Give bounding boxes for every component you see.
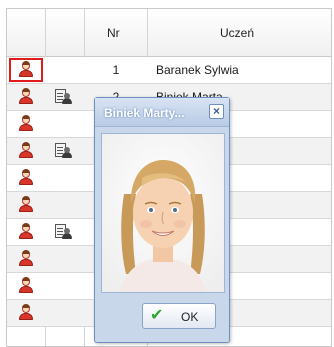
- grid-header: Nr Uczeń: [7, 9, 331, 57]
- person-icon[interactable]: [18, 196, 34, 213]
- person-icon[interactable]: [18, 304, 34, 321]
- header-nr[interactable]: Nr: [107, 26, 120, 40]
- checkmark-icon: ✔: [150, 307, 164, 324]
- header-student[interactable]: Uczeń: [220, 26, 254, 40]
- person-icon[interactable]: [18, 250, 34, 267]
- dialog-titlebar[interactable]: Biniek Marty... ×: [95, 98, 229, 127]
- person-icon[interactable]: [18, 61, 34, 78]
- ok-button-label: OK: [181, 310, 199, 324]
- person-icon[interactable]: [18, 223, 34, 240]
- close-icon[interactable]: ×: [209, 104, 224, 119]
- person-icon[interactable]: [18, 115, 34, 132]
- person-icon[interactable]: [18, 142, 34, 159]
- row-number: 1: [112, 63, 120, 77]
- dialog-title: Biniek Marty...: [104, 106, 185, 120]
- note-icon[interactable]: [55, 223, 72, 240]
- student-photo: [101, 133, 225, 293]
- table-row[interactable]: 1 Baranek Sylwia: [7, 57, 331, 84]
- person-icon[interactable]: [18, 169, 34, 186]
- portrait-image: [102, 134, 224, 292]
- note-icon[interactable]: [55, 142, 72, 159]
- note-icon[interactable]: [55, 88, 72, 105]
- ok-button[interactable]: ✔ OK: [142, 303, 216, 329]
- student-name: Baranek Sylwia: [156, 63, 239, 77]
- person-icon[interactable]: [18, 277, 34, 294]
- person-icon[interactable]: [18, 88, 34, 105]
- student-photo-dialog: Biniek Marty... × ✔ OK: [94, 97, 230, 343]
